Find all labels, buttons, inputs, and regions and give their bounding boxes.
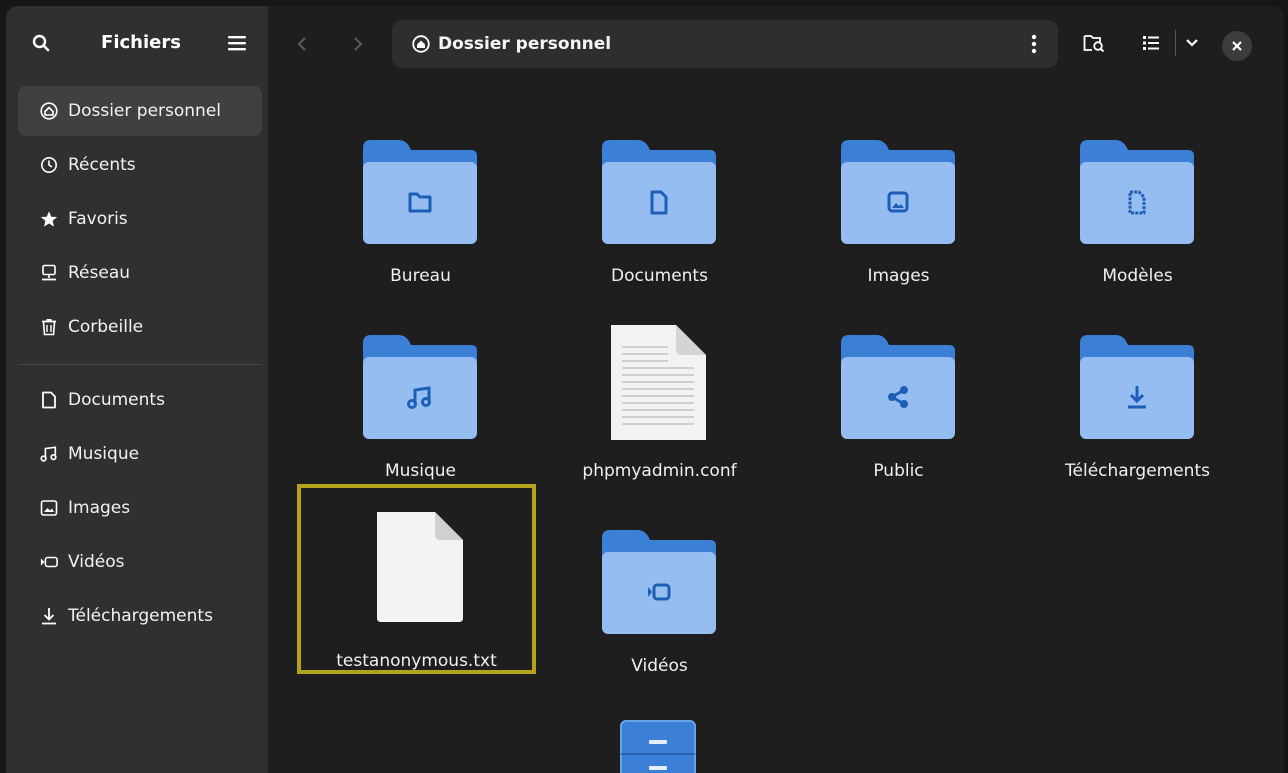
file-name: Bureau — [390, 266, 451, 286]
file-item-archive[interactable] — [540, 706, 779, 773]
forward-arrow-icon — [354, 37, 363, 51]
list-view-icon — [1143, 36, 1159, 50]
folder-icon — [363, 140, 477, 244]
sidebar-item-recent[interactable]: Récents — [18, 140, 262, 190]
sidebar-item-label: Réseau — [68, 263, 131, 283]
file-name: Téléchargements — [1065, 461, 1210, 481]
folder-icon — [602, 140, 716, 244]
sidebar-separator — [18, 364, 262, 365]
network-icon — [40, 264, 58, 282]
path-label: Dossier personnel — [438, 34, 612, 54]
search-icon — [32, 34, 50, 52]
download-icon — [40, 607, 58, 625]
folder-icon — [841, 335, 955, 439]
app-title: Fichiers — [101, 32, 181, 53]
file-item-modeles[interactable]: Modèles — [1018, 116, 1257, 306]
blank-file-icon — [377, 512, 463, 622]
file-name: testanonymous.txt — [336, 651, 497, 671]
image-icon — [40, 499, 58, 517]
search-folder-icon — [1083, 35, 1105, 53]
file-item-public[interactable]: Public — [779, 311, 1018, 501]
sidebar-item-music[interactable]: Musique — [18, 429, 262, 479]
folder-icon — [1080, 335, 1194, 439]
close-button[interactable] — [1222, 31, 1252, 61]
sidebar-item-label: Téléchargements — [68, 606, 213, 626]
folder-icon — [602, 530, 716, 634]
chevron-down-icon — [1186, 39, 1198, 47]
sidebar-item-trash[interactable]: Corbeille — [18, 302, 262, 352]
folder-icon — [1080, 140, 1194, 244]
list-view-button[interactable] — [1140, 30, 1164, 56]
home-icon — [412, 35, 430, 53]
hamburger-menu-icon — [228, 36, 246, 51]
file-item-testanonymous-txt[interactable]: testanonymous.txt — [297, 484, 536, 674]
document-icon — [40, 391, 58, 409]
file-name: Modèles — [1102, 266, 1173, 286]
path-bar[interactable]: Dossier personnel — [392, 20, 1058, 68]
sidebar-item-label: Dossier personnel — [68, 101, 222, 121]
file-item-bureau[interactable]: Bureau — [301, 116, 540, 306]
file-item-phpmyadmin-conf[interactable]: phpmyadmin.conf — [540, 311, 779, 501]
folder-icon — [841, 140, 955, 244]
main-menu-button[interactable] — [222, 28, 252, 58]
toolbar-separator — [1175, 30, 1176, 56]
back-arrow-icon — [297, 37, 306, 51]
sidebar-item-documents[interactable]: Documents — [18, 375, 262, 425]
file-name: phpmyadmin.conf — [582, 461, 737, 481]
text-file-icon — [611, 325, 706, 440]
sidebar-item-label: Récents — [68, 155, 136, 175]
file-name: Images — [867, 266, 930, 286]
file-manager-window: Fichiers Dossier personnel Récents Favor… — [6, 6, 1284, 773]
sidebar-item-label: Corbeille — [68, 317, 144, 337]
sidebar-item-network[interactable]: Réseau — [18, 248, 262, 298]
search-folder-button[interactable] — [1082, 30, 1106, 56]
home-icon — [40, 102, 58, 120]
sidebar-item-label: Documents — [68, 390, 165, 410]
sidebar-item-label: Images — [68, 498, 131, 518]
file-name: Public — [873, 461, 924, 481]
star-icon — [40, 210, 58, 228]
sidebar-item-home[interactable]: Dossier personnel — [18, 86, 262, 136]
folder-icon — [363, 335, 477, 439]
view-options-button[interactable] — [1180, 30, 1204, 56]
file-item-images[interactable]: Images — [779, 116, 1018, 306]
sidebar-item-videos[interactable]: Vidéos — [18, 537, 262, 587]
music-icon — [40, 445, 58, 463]
sidebar-item-label: Musique — [68, 444, 140, 464]
sidebar-item-images[interactable]: Images — [18, 483, 262, 533]
close-icon — [1232, 41, 1242, 51]
archive-icon — [620, 720, 696, 773]
sidebar-item-downloads[interactable]: Téléchargements — [18, 591, 262, 641]
sidebar-header: Fichiers — [6, 6, 268, 80]
forward-button[interactable] — [348, 34, 368, 54]
file-name: Vidéos — [631, 656, 688, 676]
file-name: Documents — [611, 266, 708, 286]
sidebar-item-starred[interactable]: Favoris — [18, 194, 262, 244]
file-item-telechargements[interactable]: Téléchargements — [1018, 311, 1257, 501]
trash-icon — [40, 318, 58, 336]
video-icon — [40, 553, 58, 571]
sidebar-item-label: Vidéos — [68, 552, 125, 572]
sidebar: Fichiers Dossier personnel Récents Favor… — [6, 6, 268, 773]
back-button[interactable] — [292, 34, 312, 54]
search-button[interactable] — [26, 28, 56, 58]
kebab-menu-icon[interactable] — [1024, 32, 1044, 56]
file-name: Musique — [384, 461, 457, 481]
main-content: Dossier personnel Bureau Documents Image… — [268, 6, 1284, 773]
file-item-documents[interactable]: Documents — [540, 116, 779, 306]
sidebar-nav: Dossier personnel Récents Favoris Réseau… — [18, 86, 262, 645]
file-item-musique[interactable]: Musique — [301, 311, 540, 501]
clock-icon — [40, 156, 58, 174]
sidebar-item-label: Favoris — [68, 209, 128, 229]
file-item-videos[interactable]: Vidéos — [540, 506, 779, 696]
